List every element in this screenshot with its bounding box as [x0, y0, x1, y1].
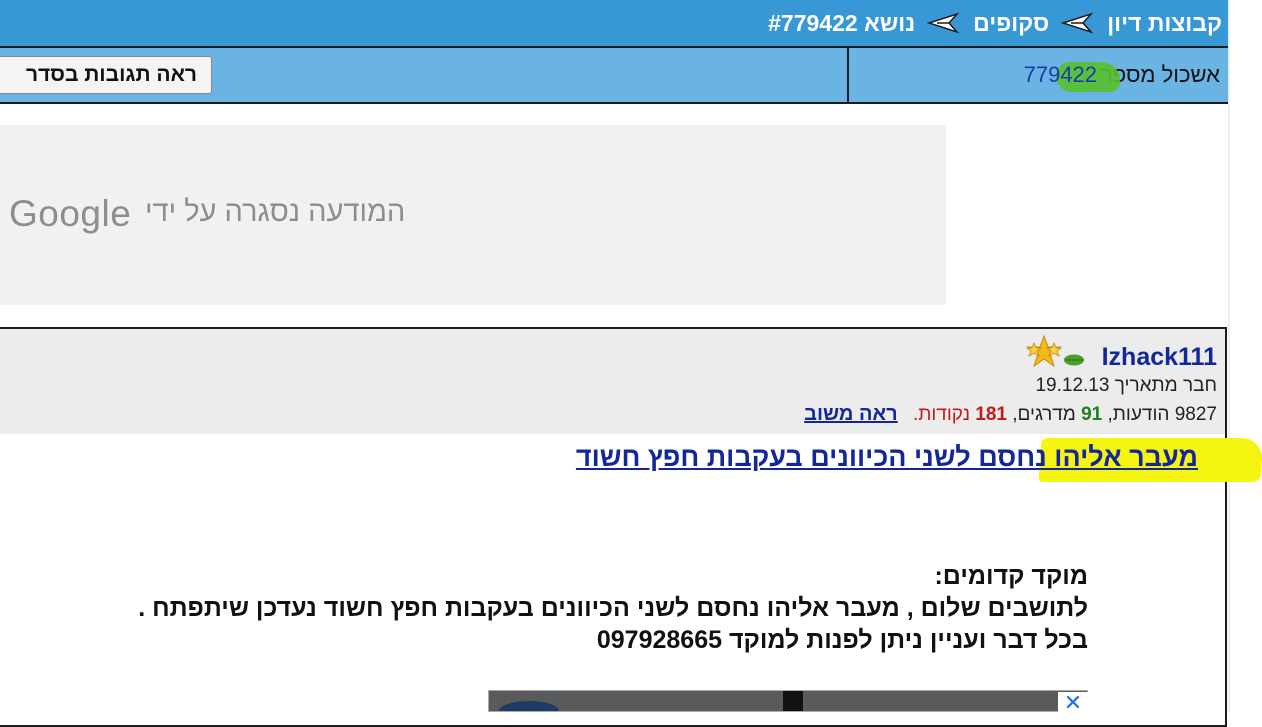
- post-body: מוקד קדומים: לתושבים שלום , מעבר אליהו נ…: [8, 560, 1088, 656]
- body-line: בכל דבר ועניין ניתן לפנות למוקד 09792866…: [596, 626, 1088, 654]
- cluster-number-value: 779422: [1024, 62, 1120, 92]
- nav-topic-label: נושא #779422: [768, 9, 916, 36]
- messages-count: 9827: [1174, 404, 1217, 425]
- view-feedback-link[interactable]: ראה משוב: [804, 403, 898, 425]
- sequence-view-button[interactable]: ראה תגובות בסדר: [0, 56, 212, 94]
- username-link[interactable]: Izhack111: [1102, 343, 1217, 372]
- top-nav-bar: קבוצות דיון סקופים נושא #779422: [0, 0, 1228, 46]
- stars-badge-icon: [1025, 335, 1063, 368]
- post-container: Izhack111 חבר מתאריך 19.12.13 9827 הודעו…: [0, 327, 1227, 727]
- image-shape: [499, 701, 559, 711]
- post-title-link[interactable]: מעבר אליהו נחסם לשני הכיוונים בעקבות חפץ…: [576, 442, 1198, 473]
- close-icon[interactable]: ✕: [1058, 692, 1088, 714]
- user-stats: 9827 הודעות, 91 מדרגים, 181 נקודות. ראה …: [804, 403, 1217, 426]
- nav-section-link[interactable]: סקופים: [973, 10, 1049, 37]
- breadcrumb: קבוצות דיון סקופים נושא #779422: [768, 0, 1222, 46]
- ratings-label: מדרגים,: [1012, 404, 1076, 425]
- plane-icon: [927, 12, 960, 34]
- ratings-count: 91: [1081, 404, 1103, 425]
- post-header: Izhack111 חבר מתאריך 19.12.13 9827 הודעו…: [0, 329, 1225, 434]
- body-line: מוקד קדומים:: [934, 562, 1088, 590]
- embedded-image: [488, 690, 1088, 712]
- right-margin: [1228, 0, 1262, 712]
- plane-icon: [1061, 12, 1094, 34]
- thread-info-row: אשכול מספר 779422 ראה תגובות בסדר: [0, 46, 1228, 104]
- ad-closed-text: המודעה נסגרה על ידי: [145, 196, 406, 228]
- points-label: נקודות.: [912, 404, 970, 425]
- image-shape: [783, 691, 803, 711]
- body-line: לתושבים שלום , מעבר אליהו נחסם לשני הכיו…: [138, 594, 1088, 622]
- ad-closed-box: [0, 125, 946, 305]
- divider: [847, 48, 849, 102]
- messages-label: הודעות,: [1107, 404, 1170, 425]
- nav-groups-link[interactable]: קבוצות דיון: [1107, 10, 1222, 37]
- member-since: חבר מתאריך 19.12.13: [1035, 375, 1217, 396]
- leaf-icon: [1064, 354, 1084, 366]
- google-logo: Google: [9, 193, 132, 234]
- points-count: 181: [975, 404, 1007, 425]
- cluster-number: אשכול מספר 779422: [1024, 48, 1220, 102]
- scroll-edge: [1228, 0, 1230, 712]
